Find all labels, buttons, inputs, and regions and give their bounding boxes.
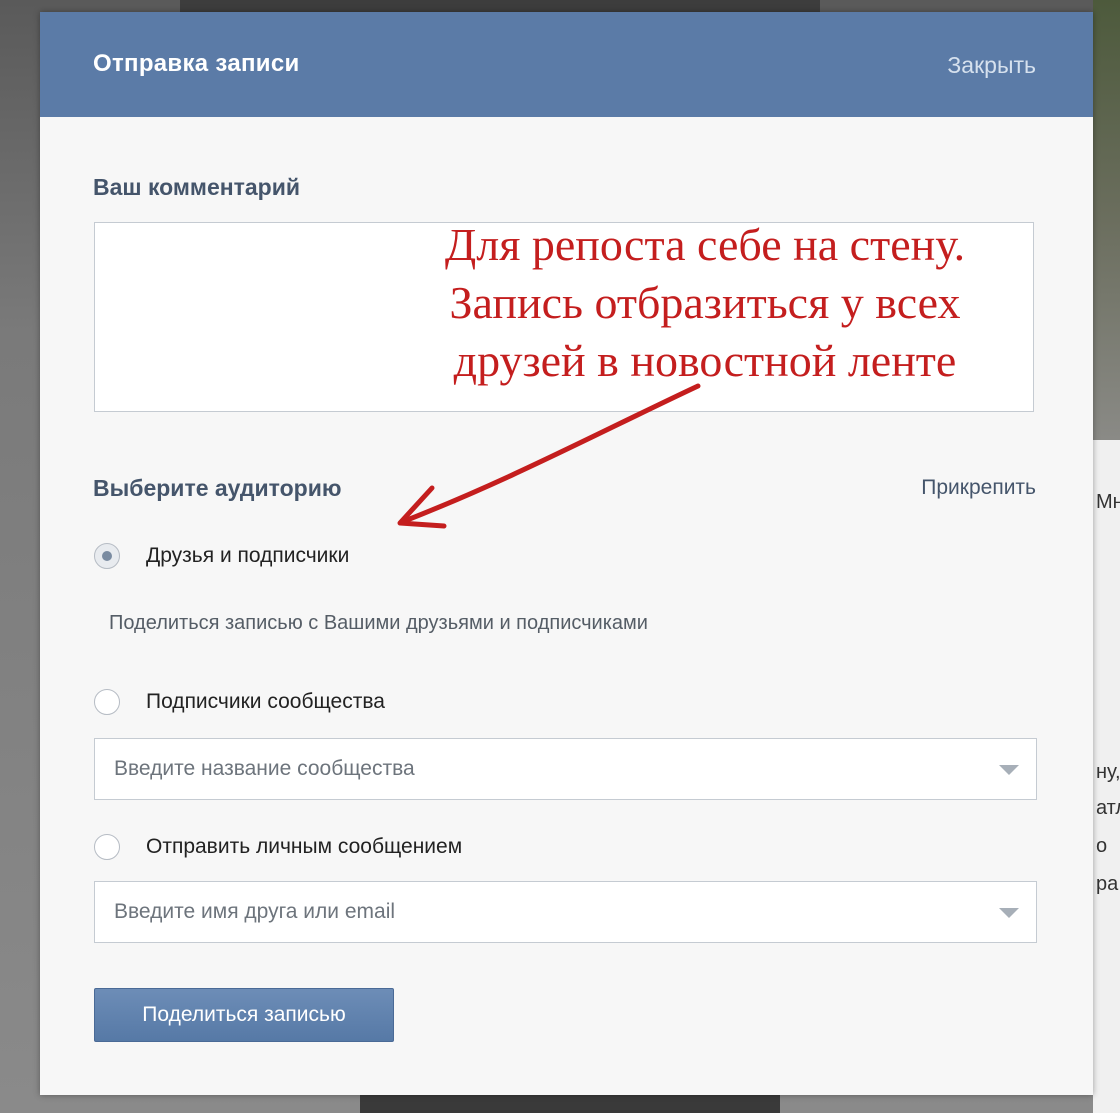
- background-text: ну,: [1096, 761, 1120, 783]
- radio-button-checked[interactable]: [94, 543, 120, 569]
- community-select[interactable]: Введите название сообщества: [94, 738, 1037, 800]
- audience-option-community[interactable]: Подписчики сообщества: [94, 689, 385, 715]
- friend-select-placeholder: Введите имя друга или email: [114, 900, 396, 923]
- dialog-title: Отправка записи: [93, 50, 300, 77]
- close-link[interactable]: Закрыть: [947, 52, 1036, 79]
- annotation-line: Для репоста себе на стену.: [444, 219, 966, 270]
- annotation-line: друзей в новостной ленте: [453, 335, 957, 386]
- background-photo-top: [180, 0, 820, 12]
- background-text: Мн: [1096, 491, 1120, 513]
- dialog-header: Отправка записи Закрыть: [40, 12, 1093, 117]
- chevron-down-icon[interactable]: [999, 908, 1019, 918]
- radio-button[interactable]: [94, 834, 120, 860]
- radio-button[interactable]: [94, 689, 120, 715]
- background-text: о: [1096, 835, 1108, 857]
- attach-link[interactable]: Прикрепить: [921, 476, 1036, 500]
- annotation-text: Для репоста себе на стену. Запись отбраз…: [415, 216, 995, 390]
- friends-hint: Поделиться записью с Вашими друзьями и п…: [109, 612, 648, 634]
- background-text: атл: [1096, 797, 1120, 819]
- share-post-dialog: Отправка записи Закрыть Ваш комментарий …: [40, 12, 1093, 1095]
- audience-option-message[interactable]: Отправить личным сообщением: [94, 834, 462, 860]
- share-post-button[interactable]: Поделиться записью: [94, 988, 394, 1042]
- audience-label: Выберите аудиторию: [93, 475, 342, 501]
- audience-option-label: Подписчики сообщества: [146, 690, 385, 713]
- chevron-down-icon[interactable]: [999, 765, 1019, 775]
- community-select-placeholder: Введите название сообщества: [114, 757, 415, 780]
- audience-option-label: Отправить личным сообщением: [146, 835, 463, 858]
- comment-label: Ваш комментарий: [93, 174, 301, 200]
- audience-option-label: Друзья и подписчики: [146, 544, 350, 567]
- background-text: ра: [1096, 873, 1119, 895]
- friend-select[interactable]: Введите имя друга или email: [94, 881, 1037, 943]
- audience-option-friends[interactable]: Друзья и подписчики: [94, 543, 349, 569]
- annotation-line: Запись отбразиться у всех: [449, 277, 961, 328]
- background-photo-bottom: [360, 1095, 780, 1113]
- background-photo: [1093, 0, 1120, 440]
